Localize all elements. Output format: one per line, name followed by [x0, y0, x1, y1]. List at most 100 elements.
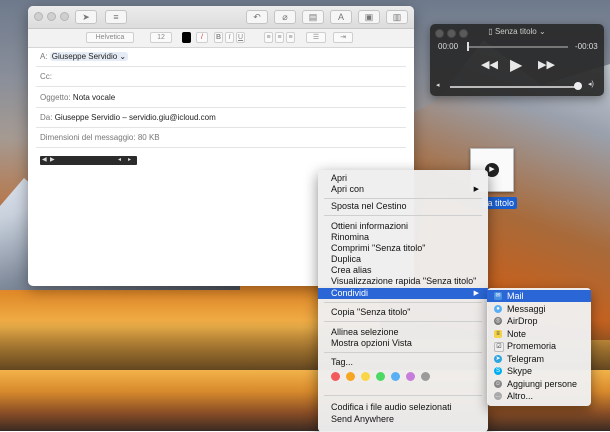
elapsed-time: 00:00: [438, 42, 459, 51]
close-window-button[interactable]: [34, 12, 43, 21]
menu-item-label: Condividi: [331, 288, 369, 298]
share-item-label: Note: [507, 329, 527, 339]
volume-handle[interactable]: [574, 82, 582, 90]
share-item-reminders[interactable]: ☑ Promemoria: [487, 340, 591, 352]
message-size-value: 80 KB: [137, 133, 160, 142]
from-label: Da:: [40, 113, 53, 122]
tag-gray[interactable]: [421, 372, 430, 381]
font-family-select[interactable]: Helvetica: [86, 32, 134, 43]
more-icon: …: [494, 392, 502, 400]
indent-button[interactable]: ⇥: [333, 32, 353, 43]
menu-item-copy[interactable]: Copia "Senza titolo": [318, 307, 488, 318]
tag-green[interactable]: [376, 372, 385, 381]
list-button[interactable]: ☰: [306, 32, 326, 43]
menu-item-duplicate[interactable]: Duplica: [318, 254, 488, 265]
document-icon: ▯: [488, 27, 493, 36]
share-item-more[interactable]: … Altro...: [487, 390, 591, 402]
stationery-button[interactable]: ▥: [386, 10, 408, 24]
attach-button[interactable]: ⌀: [274, 10, 296, 24]
share-item-mail[interactable]: ✉ Mail: [487, 290, 591, 302]
align-right-button[interactable]: ≡: [286, 32, 295, 43]
menu-item-tags[interactable]: Tag...: [318, 357, 488, 368]
align-left-button[interactable]: ≡: [264, 32, 273, 43]
fast-forward-button[interactable]: ▶▶: [538, 58, 555, 71]
menu-item-quick-look[interactable]: Visualizzazione rapida "Senza titolo": [318, 276, 488, 287]
tag-purple[interactable]: [406, 372, 415, 381]
menu-item-move-to-trash[interactable]: Sposta nel Cestino: [318, 201, 488, 212]
bold-button[interactable]: B: [214, 32, 223, 43]
from-value[interactable]: Giuseppe Servidio – servidio.giu@icloud.…: [55, 113, 216, 122]
italic-button[interactable]: I: [225, 32, 234, 43]
menu-item-show-view-options[interactable]: Mostra opzioni Vista: [318, 338, 488, 349]
reply-button[interactable]: ↶: [246, 10, 268, 24]
header-fields-button[interactable]: ▤: [302, 10, 324, 24]
align-center-button[interactable]: ≡: [275, 32, 284, 43]
play-icon: ▶: [510, 57, 523, 74]
tag-red[interactable]: [331, 372, 340, 381]
audio-attachment-player[interactable]: ◀ ▶ ◂ ▸: [40, 156, 137, 165]
menu-item-label: Duplica: [331, 254, 362, 264]
cc-row[interactable]: Cc:: [40, 72, 52, 81]
tag-blue[interactable]: [391, 372, 400, 381]
send-icon: ➤: [82, 12, 90, 22]
remaining-time: -00:03: [575, 42, 598, 51]
list-format-button[interactable]: ≡: [105, 10, 127, 24]
menu-item-send-anywhere[interactable]: Send Anywhere: [318, 414, 488, 425]
share-item-skype[interactable]: S Skype: [487, 365, 591, 377]
text-color-swatch[interactable]: [182, 32, 191, 43]
menu-item-label: Copia "Senza titolo": [331, 307, 411, 317]
menu-separator: [324, 198, 482, 199]
menu-item-compress[interactable]: Comprimi "Senza titolo": [318, 243, 488, 254]
tag-yellow[interactable]: [361, 372, 370, 381]
share-item-messages[interactable]: ● Messaggi: [487, 303, 591, 315]
menu-item-get-info[interactable]: Ottieni informazioni: [318, 221, 488, 232]
background-color-button[interactable]: /: [196, 32, 208, 43]
chevron-down-icon: ⌄: [538, 27, 546, 36]
share-item-add-people[interactable]: ☺ Aggiungi persone: [487, 378, 591, 390]
menu-item-label: Ottieni informazioni: [331, 221, 409, 231]
from-row[interactable]: Da: Giuseppe Servidio – servidio.giu@icl…: [40, 113, 216, 122]
scrubber-handle[interactable]: [467, 42, 469, 51]
subject-row[interactable]: Oggetto: Nota vocale: [40, 93, 115, 102]
photo-browser-button[interactable]: ▣: [358, 10, 380, 24]
underline-button[interactable]: U: [236, 32, 245, 43]
chevron-down-icon: ⌄: [119, 52, 127, 61]
player-title[interactable]: ▯ Senza titolo ⌄: [430, 27, 604, 36]
share-submenu: ✉ Mail ● Messaggi ◎ AirDrop ≡ Note ☑ Promemor…: [487, 288, 591, 406]
zoom-window-button[interactable]: [60, 12, 69, 21]
share-item-label: Telegram: [507, 354, 545, 364]
subject-label: Oggetto:: [40, 93, 71, 102]
send-button[interactable]: ➤: [75, 10, 97, 24]
share-item-notes[interactable]: ≡ Note: [487, 328, 591, 340]
subject-value[interactable]: Nota vocale: [73, 93, 115, 102]
menu-separator: [324, 302, 482, 303]
minimize-window-button[interactable]: [47, 12, 56, 21]
menu-item-open[interactable]: Apri: [318, 173, 488, 184]
menu-separator: [324, 395, 482, 396]
menu-item-open-with[interactable]: Apri con ▶: [318, 184, 488, 195]
menu-item-label: Apri con: [331, 184, 365, 194]
message-size-label: Dimensioni del messaggio:: [40, 133, 136, 142]
header-fields-icon: ▤: [308, 12, 318, 22]
to-recipient-chip[interactable]: Giuseppe Servidio ⌄: [49, 52, 129, 61]
play-button[interactable]: ▶: [510, 55, 522, 75]
font-size-select[interactable]: 12: [150, 32, 172, 43]
menu-item-make-alias[interactable]: Crea alias: [318, 265, 488, 276]
playback-scrubber[interactable]: [468, 46, 568, 48]
message-size-row: Dimensioni del messaggio: 80 KB: [40, 133, 160, 142]
menu-item-clean-up-selection[interactable]: Allinea selezione: [318, 327, 488, 338]
share-item-label: Altro...: [507, 391, 534, 401]
font-button[interactable]: A: [330, 10, 352, 24]
menu-item-label: Rinomina: [331, 232, 370, 242]
menu-item-encode-audio[interactable]: Codifica i file audio selezionati: [318, 402, 488, 413]
share-item-airdrop[interactable]: ◎ AirDrop: [487, 315, 591, 327]
volume-slider[interactable]: [450, 86, 578, 88]
cc-label: Cc:: [40, 72, 52, 81]
to-row: A: Giuseppe Servidio ⌄: [40, 52, 129, 61]
menu-item-label: Tag...: [331, 357, 354, 367]
share-item-telegram[interactable]: ➤ Telegram: [487, 353, 591, 365]
menu-item-share[interactable]: Condividi ▶: [318, 288, 488, 299]
tag-orange[interactable]: [346, 372, 355, 381]
rewind-button[interactable]: ◀◀: [481, 58, 498, 71]
menu-item-rename[interactable]: Rinomina: [318, 232, 488, 243]
